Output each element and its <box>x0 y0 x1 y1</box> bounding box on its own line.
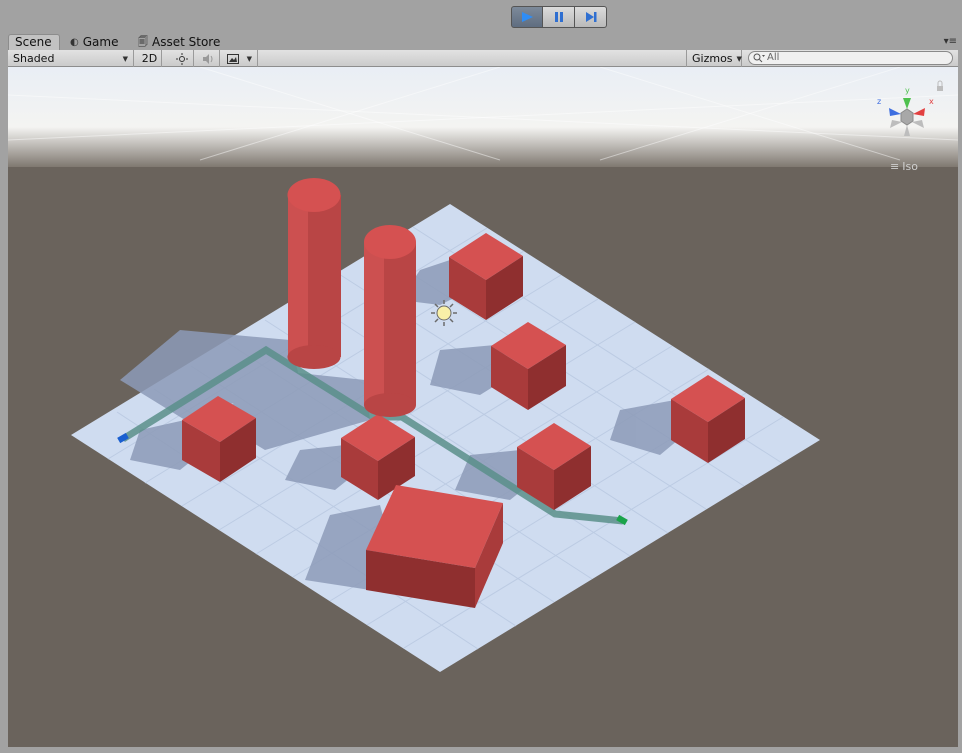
gizmos-label: Gizmos <box>692 52 733 65</box>
pause-icon <box>554 12 563 22</box>
play-icon <box>522 12 533 22</box>
tab-scene-label: Scene <box>15 35 52 49</box>
shading-mode-dropdown[interactable]: Shaded ▼ <box>8 50 134 67</box>
projection-menu-icon: ≡ <box>890 160 900 173</box>
gizmo-z-label: z <box>877 97 881 106</box>
cylinder-right[interactable] <box>364 225 416 417</box>
tab-game-label: Game <box>82 34 119 49</box>
window-frame-left <box>0 67 8 747</box>
pause-button[interactable] <box>543 6 575 28</box>
cylinder-left[interactable] <box>287 178 342 369</box>
search-placeholder: All <box>767 52 780 63</box>
projection-toggle[interactable]: ≡ Iso <box>890 160 918 173</box>
scene-render[interactable]: y x z <box>8 67 958 747</box>
toggle-2d-label: 2D <box>141 52 158 65</box>
tab-scene[interactable]: Scene <box>8 34 60 50</box>
gizmo-x-label: x <box>929 97 934 106</box>
scene-viewport[interactable]: y x z <box>8 67 958 747</box>
window-frame-right <box>958 67 962 747</box>
dropdown-arrow-icon: ▼ <box>736 54 742 63</box>
audio-toggle[interactable] <box>196 50 220 67</box>
image-icon <box>227 53 239 64</box>
game-icon: ◐ <box>70 36 79 48</box>
unity-editor-window: Scene ◐ Game 🗐 Asset Store ▾≡ Shaded ▼ 2… <box>0 0 962 753</box>
search-input[interactable]: All <box>748 51 953 65</box>
shading-mode-value: Shaded <box>13 52 55 65</box>
dropdown-arrow-icon: ▼ <box>122 54 128 63</box>
projection-label: Iso <box>902 160 918 173</box>
tab-asset-store[interactable]: 🗐 Asset Store <box>138 34 220 50</box>
tab-asset-store-label: Asset Store <box>152 34 221 49</box>
play-button[interactable] <box>511 6 543 28</box>
tab-bar: Scene ◐ Game 🗐 Asset Store ▾≡ <box>0 34 962 50</box>
play-toolbar <box>0 0 962 34</box>
play-controls <box>511 6 607 28</box>
toggle-2d-button[interactable]: 2D <box>138 50 162 67</box>
tab-menu-icon[interactable]: ▾≡ <box>944 36 957 47</box>
asset-store-icon: 🗐 <box>138 36 148 48</box>
step-button[interactable] <box>575 6 607 28</box>
gizmos-dropdown[interactable]: Gizmos ▼ <box>686 50 742 67</box>
tab-game[interactable]: ◐ Game <box>70 34 118 50</box>
window-frame-bottom <box>0 747 962 753</box>
speaker-icon <box>202 53 212 64</box>
search-icon <box>753 53 765 63</box>
effects-dropdown[interactable]: ▼ <box>222 50 258 67</box>
dropdown-arrow-icon: ▼ <box>246 54 252 63</box>
step-icon <box>585 12 596 22</box>
lighting-toggle[interactable] <box>170 50 194 67</box>
scene-toolbar: Shaded ▼ 2D ▼ Gizmos ▼ All <box>8 50 958 67</box>
gizmo-y-label: y <box>905 86 910 95</box>
sun-icon <box>175 52 188 65</box>
